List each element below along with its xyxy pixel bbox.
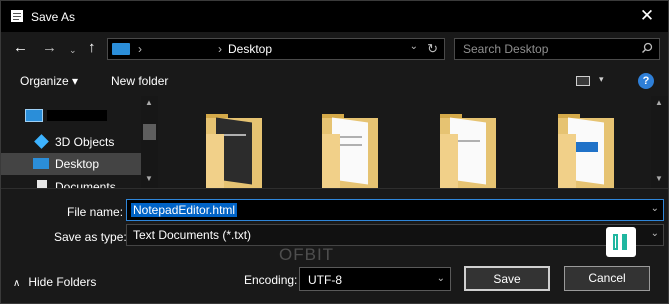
sidebar-item-label: Desktop: [55, 157, 100, 171]
hide-folders-button[interactable]: ∧ Hide Folders: [13, 275, 96, 289]
organize-menu[interactable]: Organize ▾: [20, 74, 78, 88]
redacted-label: [47, 110, 107, 121]
cancel-button[interactable]: Cancel: [564, 266, 650, 291]
file-name-field[interactable]: NotepadEditor.html ⌄: [126, 199, 664, 221]
command-bar: Organize ▾ New folder ▾ ?: [1, 66, 668, 96]
sidebar-item-desktop[interactable]: Desktop: [1, 153, 141, 175]
cube-icon: [34, 134, 49, 149]
navigation-pane: 3D Objects Desktop Documents ▲ ▼: [1, 96, 158, 188]
window-title: Save As: [31, 10, 76, 24]
chevron-down-icon[interactable]: ⌄: [437, 273, 445, 284]
save-form: File name: NotepadEditor.html ⌄ Save as …: [1, 188, 668, 303]
view-options-icon[interactable]: [576, 76, 590, 86]
chevron-down-icon[interactable]: ▾: [599, 74, 604, 85]
title-bar: Save As ✕: [1, 1, 668, 32]
chevron-down-icon[interactable]: ⌄: [410, 41, 418, 52]
sidebar-item-label: 3D Objects: [55, 135, 115, 149]
scroll-down-icon[interactable]: ▼: [655, 174, 663, 183]
save-button[interactable]: Save: [464, 266, 550, 291]
watermark-logo-icon: [606, 227, 636, 257]
this-pc-icon[interactable]: [25, 109, 43, 122]
folder-item[interactable]: [436, 114, 500, 188]
folder-item[interactable]: [554, 114, 618, 188]
path-current[interactable]: Desktop: [228, 42, 272, 56]
path-separator[interactable]: ›: [138, 42, 142, 56]
chevron-up-icon: ∧: [13, 278, 21, 289]
sidebar-item-label: Documents: [55, 180, 116, 188]
file-name-label: File name:: [67, 205, 124, 219]
scroll-thumb[interactable]: [143, 124, 156, 140]
search-input[interactable]: [455, 39, 635, 59]
file-list: ▲ ▼: [158, 96, 668, 188]
search-box[interactable]: [454, 38, 660, 60]
folder-front: [440, 134, 458, 188]
hide-folders-label: Hide Folders: [28, 275, 97, 289]
sidebar-item-3d-objects[interactable]: 3D Objects: [1, 131, 141, 153]
search-icon[interactable]: [641, 42, 653, 54]
save-as-type-select[interactable]: Text Documents (*.txt) ⌄: [126, 224, 664, 246]
address-bar[interactable]: › › Desktop ⌄ ↻: [107, 38, 445, 60]
path-separator[interactable]: ›: [218, 42, 222, 56]
close-icon[interactable]: ✕: [634, 5, 660, 27]
forward-arrow-icon[interactable]: →: [42, 40, 57, 56]
folder-item[interactable]: [318, 114, 382, 188]
notepad-icon: [11, 10, 23, 22]
encoding-value[interactable]: UTF-8: [308, 273, 342, 287]
sidebar-scrollbar[interactable]: ▲ ▼: [141, 96, 158, 188]
encoding-label: Encoding:: [244, 273, 298, 287]
file-name-value[interactable]: NotepadEditor.html: [131, 203, 238, 217]
folder-item[interactable]: [202, 114, 266, 188]
monitor-icon: [112, 43, 130, 55]
desktop-icon: [33, 158, 49, 169]
save-as-type-label: Save as type:: [54, 230, 127, 244]
sidebar-item-documents[interactable]: Documents: [1, 176, 141, 188]
save-as-dialog: Save As ✕ ← → ⌄ ↑ › › Desktop ⌄ ↻ Organi…: [0, 0, 669, 304]
redacted-path: [148, 43, 210, 55]
new-folder-button[interactable]: New folder: [111, 74, 168, 88]
up-arrow-icon[interactable]: ↑: [88, 40, 96, 56]
help-icon[interactable]: ?: [638, 73, 654, 89]
logo-bar: [622, 234, 627, 250]
scroll-up-icon[interactable]: ▲: [655, 98, 663, 107]
folder-front: [206, 134, 224, 188]
address-row: ← → ⌄ ↑ › › Desktop ⌄ ↻: [1, 32, 668, 66]
folder-front: [322, 134, 340, 188]
folder-front: [558, 134, 576, 188]
scroll-up-icon[interactable]: ▲: [145, 98, 153, 107]
encoding-select[interactable]: UTF-8 ⌄: [299, 267, 451, 291]
save-as-type-value[interactable]: Text Documents (*.txt): [133, 228, 251, 242]
file-list-scrollbar[interactable]: ▲ ▼: [651, 96, 668, 188]
scroll-down-icon[interactable]: ▼: [145, 174, 153, 183]
chevron-down-icon[interactable]: ⌄: [651, 228, 659, 239]
chevron-down-icon[interactable]: ⌄: [651, 203, 659, 214]
watermark-text: OFBIT: [279, 245, 335, 264]
document-icon: [37, 180, 47, 188]
logo-bar: [613, 234, 618, 250]
recent-locations-icon[interactable]: ⌄: [69, 42, 77, 58]
back-arrow-icon[interactable]: ←: [13, 40, 28, 56]
refresh-icon[interactable]: ↻: [427, 41, 438, 57]
